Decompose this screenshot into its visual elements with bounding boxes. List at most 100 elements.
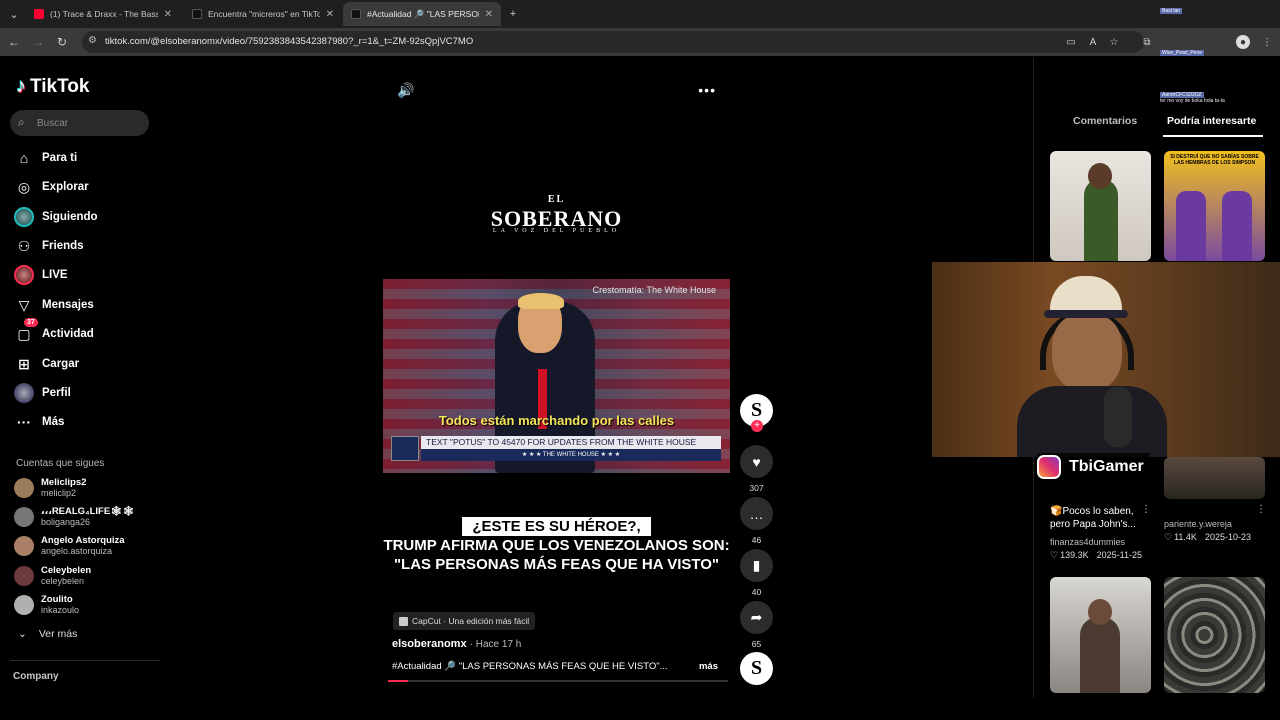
news-ticker: TEXT "POTUS" TO 45470 FOR UPDATES FROM T… bbox=[421, 436, 721, 449]
followed-account[interactable]: Meliclips2 meliclip2 bbox=[14, 476, 86, 500]
streamer-name: TbiGamer bbox=[1069, 457, 1144, 475]
thumb-figure bbox=[1222, 191, 1252, 261]
nav-label: Explorar bbox=[42, 181, 89, 193]
share-action[interactable]: ➦ 65 bbox=[740, 601, 773, 649]
heart-icon: ♡ bbox=[1050, 550, 1059, 560]
related-video-thumbnail[interactable] bbox=[1050, 151, 1151, 261]
cast-icon[interactable]: ▭ bbox=[1064, 35, 1078, 49]
nav-friends[interactable]: ⚇ Friends bbox=[14, 235, 84, 257]
related-video-thumbnail[interactable] bbox=[1050, 577, 1151, 693]
nav-cargar[interactable]: ⊞ Cargar bbox=[14, 353, 79, 375]
chat-message: ter mo voy de boka hola ta-ta bbox=[1160, 98, 1225, 104]
progress-fill bbox=[388, 680, 409, 682]
card-title[interactable]: 🍞Pocos lo saben, pero Papa John's... bbox=[1050, 505, 1140, 531]
tab-search-icon[interactable]: ⌄ bbox=[4, 4, 24, 24]
extensions-icon[interactable]: ⧉ bbox=[1140, 35, 1154, 49]
card-more-icon[interactable]: ⋮ bbox=[1256, 504, 1266, 515]
video-progress[interactable] bbox=[388, 680, 728, 682]
share-count: 65 bbox=[751, 639, 762, 649]
account-handle: angelo.astorquiza bbox=[41, 546, 113, 556]
nav-para-ti[interactable]: ⌂ Para ti bbox=[14, 147, 77, 169]
account-name: ،،،REALG₄LIFE🕸🕸 bbox=[41, 506, 135, 517]
url-field[interactable]: ⚙ tiktok.com/@elsoberanomx/video/7592383… bbox=[82, 31, 1144, 53]
comment-icon[interactable]: … bbox=[740, 497, 773, 530]
volume-icon[interactable]: 🔊 bbox=[397, 82, 414, 99]
post-time: · Hace 17 h bbox=[469, 639, 522, 650]
save-count: 40 bbox=[751, 587, 762, 597]
like-action[interactable]: ♥ 307 bbox=[740, 445, 773, 493]
activity-badge: 37 bbox=[24, 318, 38, 327]
tab-youtube[interactable]: (1) Trace & Draxx - The Bass - Y ✕ bbox=[26, 2, 180, 26]
tab-tiktok-video[interactable]: #Actualidad 🔎 "LAS PERSONAS ✕ bbox=[343, 2, 501, 26]
more-button[interactable]: más bbox=[699, 661, 718, 672]
card-user[interactable]: finanzas4dummies bbox=[1050, 537, 1125, 547]
search-input[interactable]: ⌕ Buscar bbox=[10, 110, 149, 136]
forward-icon[interactable]: → bbox=[30, 34, 46, 50]
news-ticker-sub: ★ ★ ★ THE WHITE HOUSE ★ ★ ★ bbox=[421, 449, 721, 461]
close-icon[interactable]: ✕ bbox=[164, 9, 172, 20]
card-date: 2025-10-23 bbox=[1204, 532, 1251, 542]
card-user[interactable]: pariente.y.wereja bbox=[1164, 519, 1232, 529]
capcut-tag[interactable]: CapCut · Una edición más fácil bbox=[393, 612, 536, 630]
stream-chat-overlay: Bast lan Wise_Pearl_Pene AaronCFC1D2OZ t… bbox=[1160, 8, 1275, 104]
nav-actividad[interactable]: ▢ 37 Actividad bbox=[14, 318, 94, 345]
live-avatar bbox=[14, 265, 34, 285]
tab-tiktok-search[interactable]: Encuentra "micreros" en TikTok | ✕ bbox=[184, 2, 342, 26]
tiktok-icon bbox=[351, 9, 361, 19]
share-icon[interactable]: ➦ bbox=[740, 601, 773, 634]
account-name: Meliclips2 bbox=[41, 477, 87, 488]
tab-comments[interactable]: Comentarios bbox=[1073, 115, 1137, 127]
nav-siguiendo[interactable]: Siguiendo bbox=[14, 206, 98, 228]
avatar bbox=[14, 207, 34, 227]
video-author[interactable]: elsoberanomx · Hace 17 h bbox=[392, 638, 521, 650]
tab-title: Encuentra "micreros" en TikTok | bbox=[208, 9, 320, 19]
see-more-button[interactable]: ⌄ Ver más bbox=[18, 628, 77, 640]
tab-strip: ⌄ (1) Trace & Draxx - The Bass - Y ✕ Enc… bbox=[0, 0, 1280, 28]
nav-label: Cargar bbox=[42, 358, 80, 370]
tab-related[interactable]: Podría interesarte bbox=[1167, 115, 1256, 127]
company-link[interactable]: Company bbox=[13, 671, 59, 682]
nav-explorar[interactable]: ◎ Explorar bbox=[14, 176, 89, 198]
card-more-icon[interactable]: ⋮ bbox=[1141, 504, 1151, 515]
screen: { "browser": { "tabs": [ {"title": "(1) … bbox=[0, 0, 1280, 720]
comment-action[interactable]: … 46 bbox=[740, 497, 773, 545]
more-options-icon[interactable]: ••• bbox=[698, 82, 716, 98]
bookmark-icon[interactable]: ▮ bbox=[740, 549, 773, 582]
back-icon[interactable]: ← bbox=[6, 34, 22, 50]
related-video-thumbnail[interactable] bbox=[1164, 577, 1265, 693]
heart-icon[interactable]: ♥ bbox=[740, 445, 773, 478]
translate-icon[interactable]: A bbox=[1086, 35, 1100, 49]
followed-account[interactable]: ،،،REALG₄LIFE🕸🕸 boliganga26 bbox=[14, 505, 134, 529]
new-tab-icon[interactable]: + bbox=[503, 4, 523, 24]
card-likes: 11.4K bbox=[1174, 532, 1197, 542]
followed-account[interactable]: Angelo Astorquiza angelo.astorquiza bbox=[14, 534, 125, 558]
headline-line-2: TRUMP AFIRMA QUE LOS VENEZOLANOS SON: "L… bbox=[383, 537, 730, 573]
nav-live[interactable]: LIVE bbox=[14, 264, 68, 286]
reload-icon[interactable]: ↻ bbox=[54, 34, 70, 50]
brand-subtitle: LA VOZ DEL PUEBLO bbox=[492, 228, 621, 234]
logo-text: TikTok bbox=[30, 75, 90, 97]
related-video-thumbnail[interactable] bbox=[1164, 457, 1265, 499]
followed-account[interactable]: Celeybelen celeybelen bbox=[14, 564, 91, 588]
nav-label: Friends bbox=[42, 240, 84, 252]
music-disc-avatar[interactable]: S bbox=[740, 652, 773, 685]
close-icon[interactable]: ✕ bbox=[326, 9, 334, 20]
tiktok-logo[interactable]: ♪ TikTok bbox=[16, 75, 89, 98]
nav-mas[interactable]: ··· Más bbox=[14, 411, 64, 433]
site-info-icon[interactable]: ⚙ bbox=[88, 35, 97, 46]
headline-line-1: ¿ESTE ES SU HÉROE?, bbox=[462, 517, 651, 536]
star-icon[interactable]: ☆ bbox=[1107, 35, 1121, 49]
related-video-thumbnail[interactable]: SI DESTRUÍ QUE NO SABÍAS SOBRE LAS HEMBR… bbox=[1164, 151, 1265, 261]
follow-plus-icon[interactable]: + bbox=[751, 420, 763, 432]
video-player[interactable]: 🔊 ••• EL SOBERANO LA VOZ DEL PUEBLO Cres… bbox=[383, 68, 730, 682]
nav-perfil[interactable]: Perfil bbox=[14, 382, 71, 404]
video-description: #Actualidad 🔎 "LAS PERSONAS MÁS FEAS QUE… bbox=[392, 661, 668, 672]
close-icon[interactable]: ✕ bbox=[485, 9, 493, 20]
save-action[interactable]: ▮ 40 bbox=[740, 549, 773, 597]
url-text: tiktok.com/@elsoberanomx/video/759238384… bbox=[105, 36, 474, 47]
seal-icon bbox=[391, 436, 419, 461]
followed-account[interactable]: Zoulito inkazoulo bbox=[14, 593, 79, 617]
chat-username: Bast lan bbox=[1160, 8, 1183, 14]
nav-mensajes[interactable]: ▽ Mensajes bbox=[14, 294, 94, 316]
nav-label: Más bbox=[42, 416, 65, 428]
